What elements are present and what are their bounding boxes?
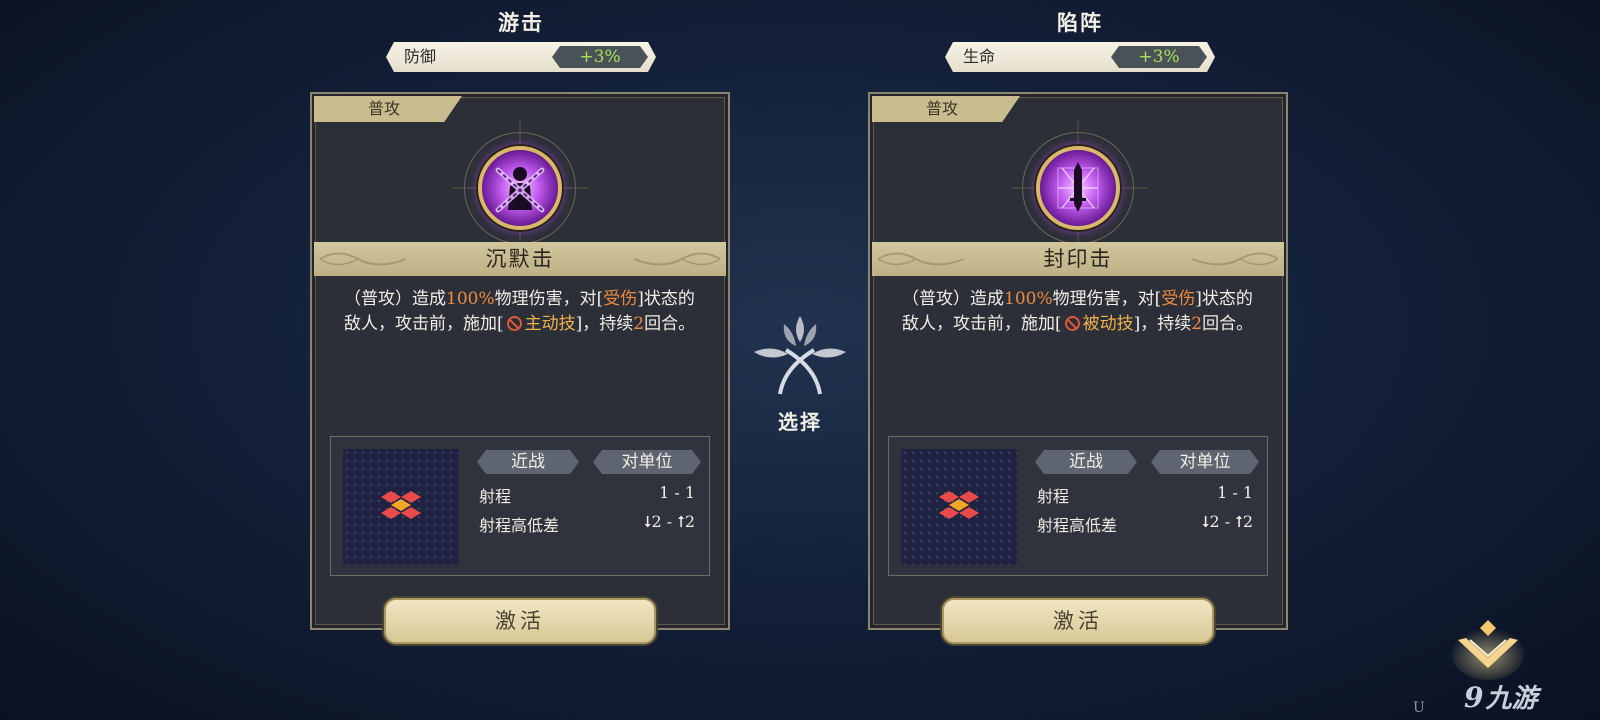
ban-icon [1064,316,1080,331]
skill-emblem [464,132,576,244]
skill-description: （普攻）造成100%物理伤害，对[受伤]状态的敌人，攻击前，施加[主动技]，持续… [344,289,696,334]
skill-type-tab: 普攻 [872,96,1020,122]
sealed-sword-icon [1036,146,1120,230]
debuff-keyword: 被动技 [1082,314,1134,334]
height-diff-row: 射程高低差 ⭣2 - ⭡2 [1037,512,1253,535]
height-diff-value: ⭣2 - ⭡2 [644,512,695,531]
activate-button[interactable]: 激活 [384,598,656,644]
damage-percent: 100% [446,289,495,309]
turn-count: 2 [633,314,645,334]
range-value: 1 - 1 [1217,483,1253,502]
single-target-tag: 对单位 [593,450,701,474]
single-target-tag: 对单位 [1151,450,1259,474]
activate-button[interactable]: 激活 [942,598,1214,644]
status-keyword: 受伤 [603,289,638,309]
status-keyword: 受伤 [1161,289,1196,309]
skill-card-right[interactable]: 普攻 封印击 （普攻）造成100%物理伤害，对[受伤]状态的敌人，攻击前，施加[… [868,92,1288,644]
turn-count: 2 [1191,314,1203,334]
height-diff-row: 射程高低差 ⭣2 - ⭡2 [479,512,695,535]
attack-range-tiles [939,491,979,519]
skill-name: 封印击 [1043,247,1113,271]
site-watermark: 9九游 [1464,678,1538,715]
skill-name-banner: 封印击 [872,242,1284,276]
chevron-down-icon [1452,620,1524,680]
skill-name-banner: 沉默击 [314,242,726,276]
damage-percent: 100% [1004,289,1053,309]
skill-emblem [1022,132,1134,244]
range-grid [343,449,459,565]
select-label: 选择 [778,410,822,434]
stat-label: 防御 [404,47,437,66]
range-grid [901,449,1017,565]
stat-value: +3% [1111,46,1207,68]
height-diff-value: ⭣2 - ⭡2 [1202,512,1253,531]
debuff-keyword: 主动技 [524,314,576,334]
skill-description: （普攻）造成100%物理伤害，对[受伤]状态的敌人，攻击前，施加[被动技]，持续… [902,289,1254,334]
range-row: 射程 1 - 1 [1037,483,1253,506]
melee-tag: 近战 [1035,450,1137,474]
stat-bonus-bar: 生命 +3% [945,42,1215,72]
stat-label: 生命 [963,47,996,66]
collapse-chevron-button[interactable] [1452,618,1524,680]
skill-card-left[interactable]: 普攻 沉默击 （普攻）造成100%物理伤害，对[受伤]状态的敌人，攻击前，施加[… [310,92,730,644]
melee-tag: 近战 [477,450,579,474]
class-name: 陷阵 [1057,10,1103,35]
class-name: 游击 [498,10,544,35]
corner-char: U [1413,700,1425,716]
silenced-figure-chains-icon [478,146,562,230]
stat-bonus-bar: 防御 +3% [386,42,656,72]
attack-range-tiles [381,491,421,519]
range-value: 1 - 1 [659,483,695,502]
ban-icon [506,316,522,331]
select-indicator[interactable]: 选择 [744,308,856,435]
range-panel: 近战 对单位 射程 1 - 1 射程高低差 ⭣2 - ⭡2 [888,436,1268,576]
watermark-logo: 9 [1464,681,1484,714]
skill-name: 沉默击 [485,247,555,271]
class-header-left: 游击 防御 +3% [381,8,661,72]
stat-value: +3% [552,46,648,68]
range-row: 射程 1 - 1 [479,483,695,506]
crossed-branches-icon [754,316,846,395]
skill-type-tab: 普攻 [314,96,462,122]
range-panel: 近战 对单位 射程 1 - 1 射程高低差 ⭣2 - ⭡2 [330,436,710,576]
watermark-text: 九游 [1485,684,1538,714]
class-header-right: 陷阵 生命 +3% [940,8,1220,72]
